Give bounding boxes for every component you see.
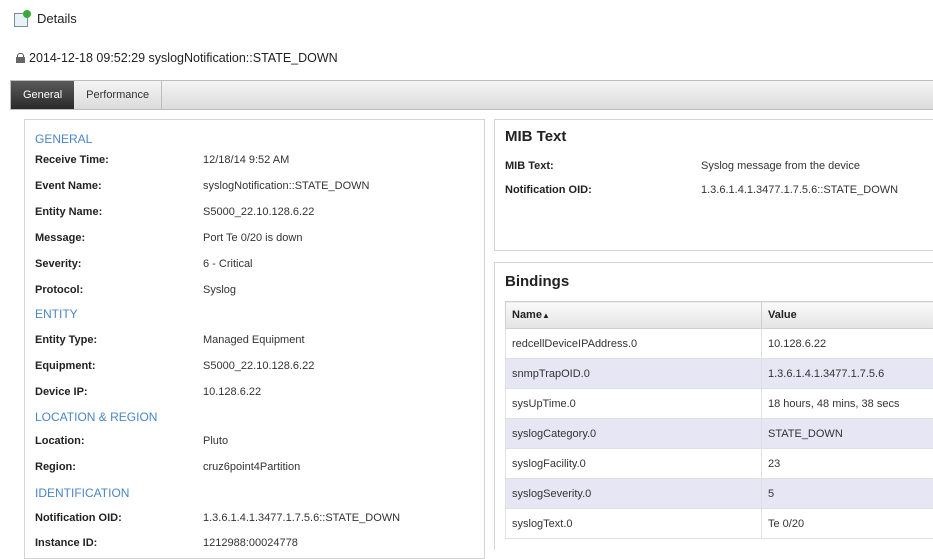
binding-name-cell: redcellDeviceIPAddress.0 — [506, 329, 762, 359]
equipment-label: Equipment: — [35, 360, 203, 372]
location-row: Location:Pluto — [35, 432, 228, 450]
protocol-label: Protocol: — [35, 284, 203, 296]
entity-name-row: Entity Name:S5000_22.10.128.6.22 — [35, 203, 314, 221]
receive-time-label: Receive Time: — [35, 154, 203, 166]
table-row[interactable]: syslogSeverity.05 — [506, 479, 933, 509]
general-panel: GENERAL Receive Time:12/18/14 9:52 AM Ev… — [24, 119, 485, 559]
instance-id-row: Instance ID:1212988:00024778 — [35, 534, 298, 552]
event-title-line: 2014-12-18 09:52:29 syslogNotification::… — [16, 51, 338, 65]
details-header: Details — [14, 8, 77, 28]
device-ip-row: Device IP:10.128.6.22 — [35, 383, 261, 401]
details-title: Details — [37, 11, 77, 26]
binding-name-cell: syslogSeverity.0 — [506, 479, 762, 509]
table-row[interactable]: redcellDeviceIPAddress.010.128.6.22 — [506, 329, 933, 359]
instance-id-value: 1212988:00024778 — [203, 537, 298, 549]
lock-icon — [16, 53, 25, 63]
mib-text-value: Syslog message from the device — [701, 160, 860, 172]
binding-name-cell: sysUpTime.0 — [506, 389, 762, 419]
tab-general[interactable]: General — [11, 81, 74, 109]
binding-name-cell: syslogFacility.0 — [506, 449, 762, 479]
entity-type-value: Managed Equipment — [203, 334, 305, 346]
binding-value-cell: 10.128.6.22 — [762, 329, 933, 359]
event-name-label: Event Name: — [35, 180, 203, 192]
severity-label: Severity: — [35, 258, 203, 270]
section-location-region: LOCATION & REGION — [35, 410, 157, 424]
event-title: 2014-12-18 09:52:29 syslogNotification::… — [29, 51, 338, 65]
bindings-panel: Bindings Name▲ Value redcellDeviceIPAddr… — [494, 262, 933, 550]
mib-notification-oid-row: Notification OID:1.3.6.1.4.1.3477.1.7.5.… — [505, 181, 898, 199]
protocol-value: Syslog — [203, 284, 236, 296]
notification-oid-row: Notification OID:1.3.6.1.4.1.3477.1.7.5.… — [35, 509, 400, 527]
entity-name-value: S5000_22.10.128.6.22 — [203, 206, 314, 218]
table-row[interactable]: sysUpTime.018 hours, 48 mins, 38 secs — [506, 389, 933, 419]
binding-value-cell: STATE_DOWN — [762, 419, 933, 449]
bindings-heading: Bindings — [505, 273, 569, 290]
entity-name-label: Entity Name: — [35, 206, 203, 218]
receive-time-value: 12/18/14 9:52 AM — [203, 154, 289, 166]
equipment-value: S5000_22.10.128.6.22 — [203, 360, 314, 372]
binding-name-cell: snmpTrapOID.0 — [506, 359, 762, 389]
details-icon — [14, 10, 32, 26]
message-value: Port Te 0/20 is down — [203, 232, 302, 244]
region-label: Region: — [35, 461, 203, 473]
binding-value-cell: 5 — [762, 479, 933, 509]
event-name-row: Event Name:syslogNotification::STATE_DOW… — [35, 177, 369, 195]
binding-value-cell: 23 — [762, 449, 933, 479]
table-row[interactable]: syslogFacility.023 — [506, 449, 933, 479]
binding-value-cell: Te 0/20 — [762, 509, 933, 539]
table-row[interactable]: syslogText.0Te 0/20 — [506, 509, 933, 539]
entity-type-row: Entity Type:Managed Equipment — [35, 331, 305, 349]
severity-value: 6 - Critical — [203, 258, 253, 270]
mib-text-row: MIB Text:Syslog message from the device — [505, 157, 860, 175]
device-ip-label: Device IP: — [35, 386, 203, 398]
section-general: GENERAL — [35, 132, 92, 146]
binding-value-cell: 18 hours, 48 mins, 38 secs — [762, 389, 933, 419]
instance-id-label: Instance ID: — [35, 537, 203, 549]
bindings-table: Name▲ Value redcellDeviceIPAddress.010.1… — [505, 301, 933, 539]
mib-notification-oid-value: 1.3.6.1.4.1.3477.1.7.5.6::STATE_DOWN — [701, 184, 898, 196]
section-identification: IDENTIFICATION — [35, 486, 129, 500]
location-label: Location: — [35, 435, 203, 447]
table-row[interactable]: syslogCategory.0STATE_DOWN — [506, 419, 933, 449]
region-value: cruz6point4Partition — [203, 461, 300, 473]
receive-time-row: Receive Time:12/18/14 9:52 AM — [35, 151, 289, 169]
event-name-value: syslogNotification::STATE_DOWN — [203, 180, 369, 192]
section-entity: ENTITY — [35, 307, 78, 321]
column-value-label: Value — [768, 309, 797, 321]
binding-value-cell: 1.3.6.1.4.1.3477.1.7.5.6 — [762, 359, 933, 389]
binding-name-cell: syslogCategory.0 — [506, 419, 762, 449]
device-ip-value: 10.128.6.22 — [203, 386, 261, 398]
column-name-label: Name — [512, 309, 542, 321]
tab-performance[interactable]: Performance — [74, 81, 162, 109]
notification-oid-value: 1.3.6.1.4.1.3477.1.7.5.6::STATE_DOWN — [203, 512, 400, 524]
mib-text-panel: MIB Text MIB Text:Syslog message from th… — [494, 119, 933, 251]
severity-row: Severity:6 - Critical — [35, 255, 253, 273]
column-header-name[interactable]: Name▲ — [506, 302, 762, 329]
mib-text-heading: MIB Text — [505, 128, 566, 145]
mib-notification-oid-label: Notification OID: — [505, 184, 701, 196]
sort-ascending-icon: ▲ — [542, 311, 550, 320]
column-header-value[interactable]: Value — [762, 302, 933, 329]
message-label: Message: — [35, 232, 203, 244]
message-row: Message:Port Te 0/20 is down — [35, 229, 302, 247]
bindings-header-row: Name▲ Value — [506, 302, 933, 329]
protocol-row: Protocol:Syslog — [35, 281, 236, 299]
equipment-row: Equipment:S5000_22.10.128.6.22 — [35, 357, 314, 375]
binding-name-cell: syslogText.0 — [506, 509, 762, 539]
notification-oid-label: Notification OID: — [35, 512, 203, 524]
table-row[interactable]: snmpTrapOID.01.3.6.1.4.1.3477.1.7.5.6 — [506, 359, 933, 389]
region-row: Region:cruz6point4Partition — [35, 458, 300, 476]
location-value: Pluto — [203, 435, 228, 447]
tab-bar: General Performance — [10, 80, 933, 110]
entity-type-label: Entity Type: — [35, 334, 203, 346]
mib-text-label: MIB Text: — [505, 160, 701, 172]
